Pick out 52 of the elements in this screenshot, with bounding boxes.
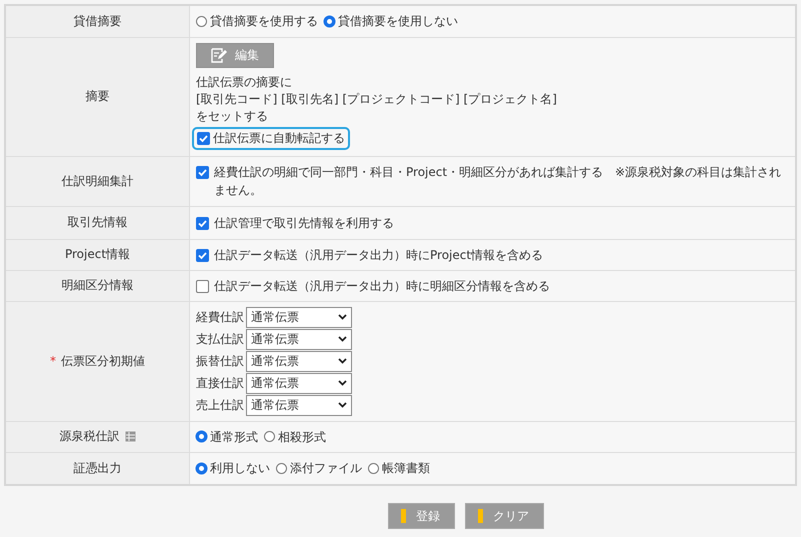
select-label: 直接仕訳	[196, 374, 244, 392]
checkbox[interactable]	[196, 248, 209, 262]
option-label: 利用しない	[210, 460, 270, 478]
option-label: 添付ファイル	[290, 460, 362, 478]
radio-button[interactable]	[276, 462, 287, 474]
radio-button[interactable]	[264, 431, 275, 442]
option-label: 帳簿書類	[382, 460, 430, 478]
select-label: 支払仕訳	[196, 330, 244, 348]
chevron-icon	[338, 336, 347, 342]
radio-button[interactable]	[324, 16, 335, 27]
select-label: 売上仕訳	[196, 396, 244, 414]
checkbox-label: 仕訳管理で取引先情報を利用する	[214, 214, 394, 232]
chevron-icon	[338, 358, 347, 364]
checkbox-label: 仕訳伝票に自動転記する	[213, 130, 345, 147]
chevron-icon	[338, 380, 347, 386]
field-label: Project情報	[64, 246, 130, 263]
select-field[interactable]: 通常伝票	[246, 328, 352, 350]
select-field[interactable]: 通常伝票	[246, 350, 352, 372]
field-label: 貸借摘要	[74, 12, 122, 30]
edit-icon	[211, 48, 227, 63]
checkbox[interactable]	[196, 280, 209, 292]
select-label: 振替仕訳	[196, 352, 244, 370]
option-label: 貸借摘要を使用する	[210, 13, 318, 30]
option-label: 通常形式	[210, 428, 258, 446]
field-label: 摘要	[86, 88, 110, 105]
summary-description: 仕訳伝票の摘要に [取引先コード] [取引先名] [プロジェクトコード] [プロジェクト名] をセットする	[196, 74, 558, 125]
checkbox-label: 仕訳データ転送（汎用データ出力）時に明細区分情報を含める	[214, 278, 550, 294]
field-label: 取引先情報	[68, 214, 128, 231]
select-field[interactable]: 通常伝票	[246, 372, 352, 394]
checkbox[interactable]	[197, 132, 210, 145]
select-field[interactable]: 通常伝票	[246, 394, 352, 416]
field-label: 証憑出力	[74, 460, 122, 477]
checkbox-label: 仕訳データ転送（汎用データ出力）時にProject情報を含める	[214, 246, 544, 264]
radio-button[interactable]	[196, 16, 207, 27]
radio-button[interactable]	[196, 462, 207, 474]
chevron-icon	[338, 402, 347, 408]
focused-checkbox[interactable]: 仕訳伝票に自動転記する	[192, 127, 350, 150]
field-label: 源泉税仕訳	[60, 428, 120, 445]
chevron-icon	[338, 314, 347, 320]
option-label: 貸借摘要を使用しない	[338, 13, 458, 30]
checkbox-label: 経費仕訳の明細で同一部門・科目・Project・明細区分があれば集計する ※源泉税対象の科目は集計されません。	[214, 164, 782, 199]
select-label: 経費仕訳	[196, 308, 244, 326]
required-mark: *	[50, 354, 56, 368]
field-label: 明細区分情報	[62, 277, 134, 294]
field-label: 仕訳明細集計	[62, 172, 134, 190]
radio-button[interactable]	[368, 462, 379, 474]
checkbox[interactable]	[196, 216, 209, 230]
select-field[interactable]: 通常伝票	[246, 306, 352, 328]
checkbox[interactable]	[196, 166, 209, 179]
radio-button[interactable]	[196, 431, 207, 442]
option-label: 相殺形式	[278, 428, 326, 446]
field-label: 伝票区分初期値	[61, 352, 145, 370]
